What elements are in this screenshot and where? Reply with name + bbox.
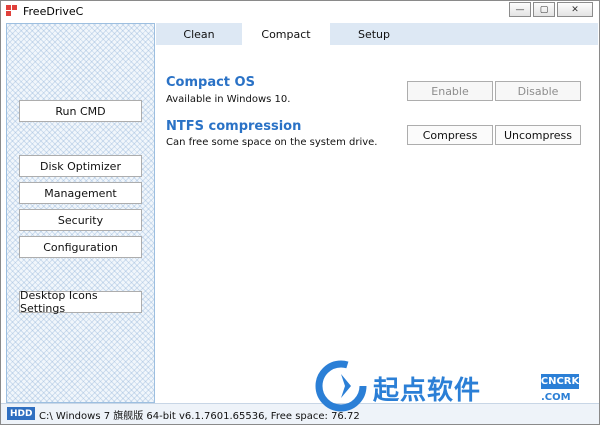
close-button[interactable]: ✕ xyxy=(557,2,593,17)
app-logo-icon xyxy=(6,5,18,17)
tab-clean[interactable]: Clean xyxy=(156,23,242,45)
drive-type-badge: HDD xyxy=(7,407,36,420)
tab-compact[interactable]: Compact xyxy=(242,23,330,45)
watermark-tag: CNCRK xyxy=(540,374,580,389)
uncompress-button[interactable]: Uncompress xyxy=(495,125,581,145)
window-controls: — ▢ ✕ xyxy=(509,2,593,17)
security-button[interactable]: Security xyxy=(19,209,142,231)
desktop-icons-settings-button[interactable]: Desktop Icons Settings xyxy=(19,289,142,315)
maximize-button[interactable]: ▢ xyxy=(533,2,555,17)
sidebar: Run CMD Disk Optimizer Management Securi… xyxy=(6,23,155,403)
watermark-swirl-icon xyxy=(315,360,367,412)
management-button[interactable]: Management xyxy=(19,182,142,204)
ntfs-compression-description: Can free some space on the system drive. xyxy=(166,137,378,148)
watermark-logo: 起点软件 CNCRK .COM xyxy=(311,356,596,418)
configuration-button[interactable]: Configuration xyxy=(19,236,142,258)
tab-setup[interactable]: Setup xyxy=(330,23,418,45)
title-bar[interactable]: FreeDriveC — ▢ ✕ xyxy=(1,1,599,23)
ntfs-compression-title: NTFS compression xyxy=(166,119,302,134)
compact-os-description: Available in Windows 10. xyxy=(166,94,291,105)
compress-button[interactable]: Compress xyxy=(407,125,493,145)
tab-bar: Clean Compact Setup xyxy=(156,23,598,45)
app-window: FreeDriveC — ▢ ✕ Run CMD Disk Optimizer … xyxy=(0,0,600,425)
minimize-button[interactable]: — xyxy=(509,2,531,17)
window-title: FreeDriveC xyxy=(23,5,84,18)
disk-optimizer-button[interactable]: Disk Optimizer xyxy=(19,155,142,177)
enable-button[interactable]: Enable xyxy=(407,81,493,101)
disable-button[interactable]: Disable xyxy=(495,81,581,101)
compact-panel: Compact OS Available in Windows 10. Enab… xyxy=(156,45,598,403)
watermark-text: 起点软件 xyxy=(373,376,482,406)
watermark-domain: .COM xyxy=(541,392,571,403)
compact-os-title: Compact OS xyxy=(166,75,255,90)
run-cmd-button[interactable]: Run CMD xyxy=(19,100,142,122)
